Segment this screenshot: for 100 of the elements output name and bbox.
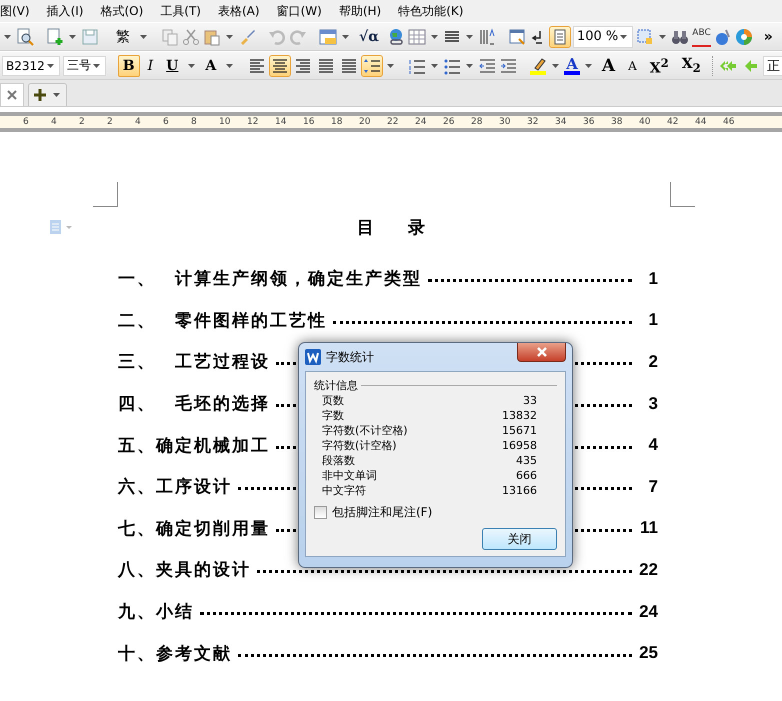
align-icon[interactable] [270, 56, 290, 76]
italic-button[interactable]: I [142, 54, 158, 76]
ruler-number: 12 [247, 117, 260, 127]
underline-button[interactable]: U [161, 54, 184, 76]
page-number: 2 [648, 352, 658, 372]
increase-indent-icon[interactable] [499, 56, 518, 74]
ruler-number: 38 [611, 117, 624, 127]
menu-item[interactable]: 特色功能(K) [390, 2, 472, 20]
ruler-number: 28 [471, 117, 484, 127]
highlighter-icon[interactable] [529, 56, 548, 74]
caret-icon[interactable] [226, 64, 234, 68]
zoom-field[interactable]: 100 % [572, 26, 634, 48]
ruler-number: 2 [107, 117, 114, 127]
margin-corner-mark [93, 182, 118, 207]
page-number: 22 [638, 560, 658, 580]
grow-font-button[interactable]: A [596, 54, 620, 76]
checkbox-label: 包括脚注和尾注(F) [332, 504, 432, 521]
menu-item[interactable]: 工具(T) [152, 2, 210, 20]
new-tab-button[interactable] [28, 83, 67, 106]
sort-icon[interactable] [478, 28, 496, 46]
close-dialog-button[interactable]: 关闭 [482, 528, 557, 550]
close-icon [7, 90, 17, 100]
decrease-indent-icon[interactable] [478, 56, 496, 74]
caret-icon[interactable] [659, 34, 666, 38]
close-icon [536, 347, 548, 357]
window-icon[interactable] [508, 28, 526, 46]
ruler-number: 30 [499, 117, 512, 127]
stat-label: 段落数 [322, 453, 355, 468]
magnifier-icon[interactable] [16, 28, 34, 46]
text-effect-button[interactable]: A [200, 54, 222, 76]
caret-icon[interactable] [140, 34, 147, 38]
line-spacing-icon[interactable] [362, 56, 382, 76]
stat-label: 字数 [322, 408, 344, 423]
caret-icon[interactable] [430, 34, 438, 38]
caret-icon[interactable] [387, 64, 394, 68]
ruler-number: 4 [51, 117, 58, 127]
caret-icon[interactable] [466, 34, 473, 38]
font-field[interactable]: B2312 [2, 56, 60, 76]
toc-entry: 一、 计算生产纲领，确定生产类型 [118, 268, 422, 290]
stat-label: 字符数(不计空格) [322, 423, 408, 438]
stat-value: 33 [523, 393, 537, 408]
shrink-font-button[interactable]: A [623, 54, 642, 76]
stat-label: 页数 [322, 393, 344, 408]
toc-entry: 六、工序设计 [118, 476, 232, 498]
toc-title: 目 录 [357, 217, 425, 239]
bullet-list-icon[interactable] [443, 56, 462, 74]
caret-icon[interactable] [226, 34, 233, 38]
toc-entry: 五、确定机械加工 [118, 434, 270, 457]
close-tab-button[interactable] [0, 83, 24, 106]
caret-icon[interactable] [46, 64, 54, 68]
spell-check-button[interactable]: ABC [692, 26, 711, 46]
menu-item[interactable]: 格式(O) [92, 2, 152, 20]
page-number: 1 [648, 268, 658, 289]
clipboard-icon[interactable] [203, 28, 221, 46]
document-plus-icon[interactable] [46, 28, 64, 46]
ruler-number: 36 [583, 117, 596, 127]
ruler-number: 2 [79, 117, 86, 127]
page-number: 3 [648, 394, 658, 414]
traditional-chinese-button[interactable]: 繁 [111, 26, 135, 48]
caret-icon[interactable] [4, 34, 11, 38]
superscript-button[interactable]: X$^{2}$ [644, 52, 674, 79]
selection-frame-icon[interactable] [636, 28, 654, 46]
menu-item[interactable]: 表格(A) [210, 2, 269, 20]
font-size-field[interactable]: 三号 [62, 56, 106, 76]
caret-icon[interactable] [552, 64, 560, 68]
font-color-button[interactable]: A [564, 56, 580, 74]
more-button[interactable]: » [758, 26, 778, 48]
stat-value: 666 [516, 468, 537, 483]
bold-button[interactable]: B [118, 54, 140, 76]
checkbox[interactable] [314, 506, 327, 519]
stat-value: 13166 [502, 483, 537, 498]
ruler-number: 14 [275, 117, 288, 127]
caret-icon[interactable] [92, 64, 100, 68]
toc-entry: 八、夹具的设计 [118, 559, 251, 582]
caret-icon[interactable] [342, 34, 349, 38]
toc-entry: 二、 零件图样的工艺性 [118, 310, 327, 332]
formula-button[interactable]: √α [354, 26, 384, 48]
table-icon[interactable] [319, 28, 337, 46]
menu-item[interactable]: 窗口(W) [268, 2, 331, 20]
close-button[interactable] [517, 343, 566, 362]
caret-icon[interactable] [584, 64, 592, 68]
scissors-icon[interactable] [182, 28, 200, 46]
caret-icon[interactable] [69, 34, 76, 38]
menu-item[interactable]: 插入(I) [38, 2, 92, 20]
ruler-number: 6 [23, 117, 30, 127]
caret-icon[interactable] [53, 93, 60, 97]
grid-icon[interactable] [408, 28, 426, 46]
caret-icon[interactable] [188, 64, 196, 68]
caret-icon[interactable] [620, 34, 628, 38]
caret-icon[interactable] [466, 64, 474, 68]
pie-logo-icon[interactable] [734, 28, 753, 46]
menu-item[interactable]: 帮助(H) [330, 2, 390, 20]
subscript-button[interactable]: X$_{2}$ [676, 52, 706, 78]
caret-icon[interactable] [431, 64, 438, 68]
style-field[interactable]: 正 [762, 56, 782, 76]
menu-item[interactable]: 图(V) [0, 2, 39, 20]
page-number: 11 [639, 518, 658, 538]
ruler-number: 44 [695, 117, 708, 127]
page-view-icon[interactable] [550, 26, 570, 46]
stat-value: 13832 [502, 408, 537, 423]
